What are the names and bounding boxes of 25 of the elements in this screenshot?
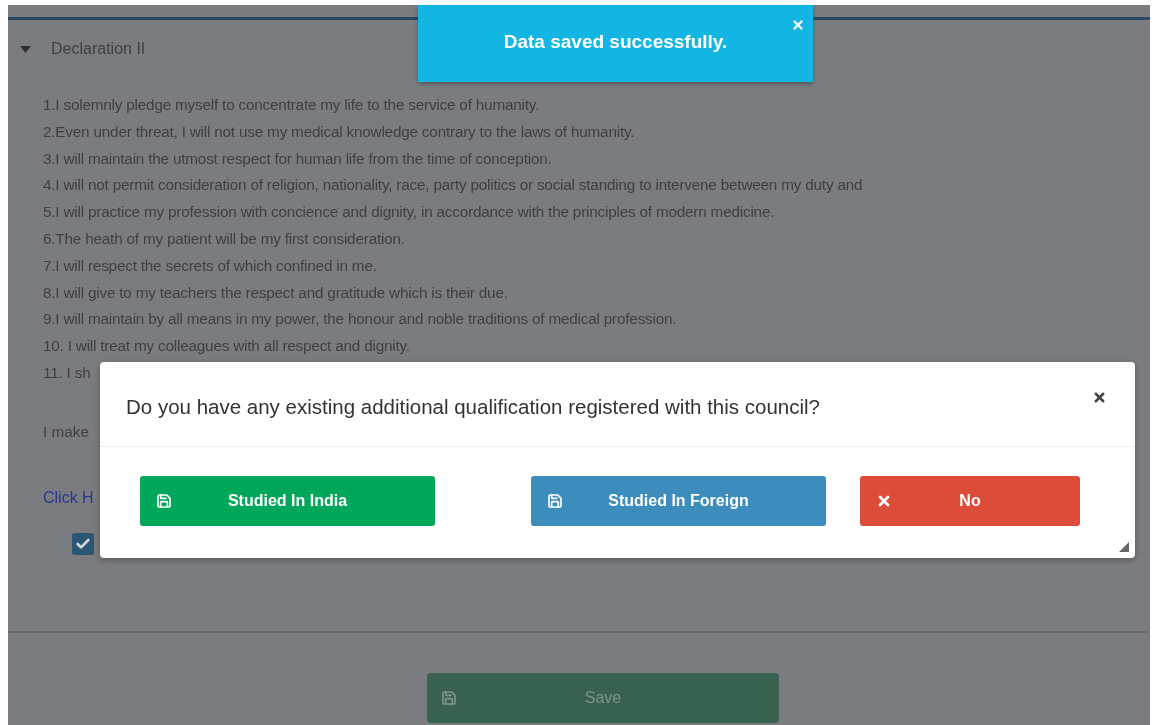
dialog-button[interactable]: Studied In India — [140, 476, 435, 526]
checkbox[interactable] — [72, 532, 94, 555]
declaration-item: 8.I will give to my teachers the respect and gratitude which is their due. — [43, 282, 508, 303]
save-icon — [156, 493, 172, 509]
declaration-item: 6.The heath of my patient will be my first consideration. — [43, 229, 405, 249]
caret-icon[interactable] — [20, 45, 31, 53]
declaration-item: 3.I will maintain the utmost respect for human life from the time of conception. — [43, 148, 552, 169]
resize-grip-icon[interactable] — [1119, 542, 1129, 552]
declaration-item: 1.I solemnly pledge myself to concentrate my life to the service of humanity. — [43, 95, 540, 115]
dialog-button[interactable]: Studied In Foreign — [531, 476, 826, 526]
section-title: Declaration II — [51, 40, 146, 58]
save-button[interactable]: Save — [427, 672, 779, 723]
declaration-item: 11. I sh — [43, 362, 91, 383]
dialog-question: Do you have any existing additional qualification registered with this council? — [126, 395, 820, 419]
click-link[interactable]: Click H — [43, 488, 94, 507]
close-icon — [876, 493, 892, 509]
toast-message: Data saved successfully. — [503, 31, 728, 54]
declaration-item: 4.I will not permit consideration of religion, nationality, race, party politics or social standing to intervene between my duty and — [43, 175, 863, 196]
save-icon — [547, 493, 563, 509]
dialog-button[interactable]: No — [860, 476, 1080, 526]
close-icon[interactable] — [1092, 390, 1107, 405]
declaration-item: 5.I will practice my profession with concience and dignity, in accordance with the principles of modern medicine. — [43, 202, 775, 223]
declaration-item: 9.I will maintain by all means in my power, the honour and noble traditions of medical profession. — [43, 309, 677, 330]
declaration-item: 7.I will respect the secrets of which confined in me. — [43, 255, 377, 276]
save-icon — [441, 689, 457, 706]
